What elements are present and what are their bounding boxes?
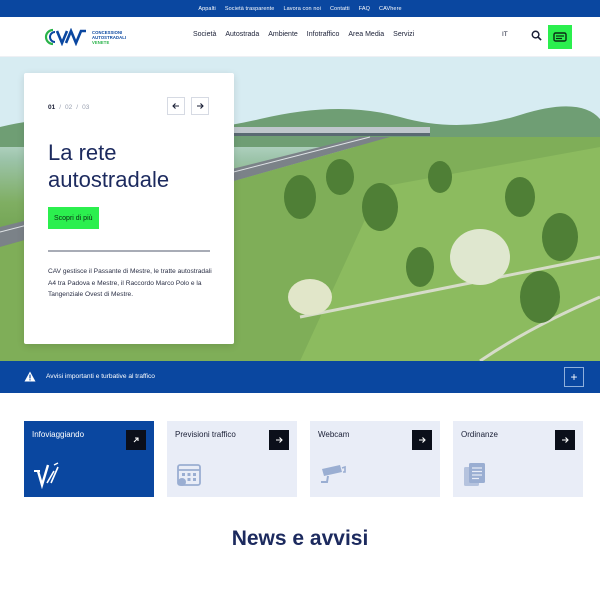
- tile-ordinanze[interactable]: Ordinanze: [453, 421, 583, 497]
- slide-pager: 01 / 02 / 03: [48, 104, 89, 111]
- arrow-right-icon: [197, 103, 204, 109]
- tile-arrow-button[interactable]: [412, 430, 432, 450]
- traffic-alert-bar[interactable]: Avvisi importanti e turbative al traffic…: [0, 361, 600, 393]
- site-logo[interactable]: CONCESSIONI AUTOSTRADALI VENETE: [44, 28, 126, 46]
- discover-more-button[interactable]: Scopri di più: [48, 207, 99, 229]
- camera-icon: [553, 32, 567, 42]
- nav-item-autostrada[interactable]: Autostrada: [225, 31, 259, 38]
- pager-separator: /: [76, 104, 79, 111]
- tile-arrow-button[interactable]: [555, 430, 575, 450]
- tile-webcam[interactable]: Webcam: [310, 421, 440, 497]
- tile-arrow-button[interactable]: [269, 430, 289, 450]
- topbar-link-contatti[interactable]: Contatti: [330, 6, 350, 12]
- hero-section: 01 / 02 / 03 La rete autostradale Scopri…: [0, 57, 600, 361]
- tile-arrow-button[interactable]: [126, 430, 146, 450]
- cctv-camera-icon: [321, 465, 346, 483]
- arrow-left-icon: [172, 103, 179, 109]
- tile-infoviaggiando[interactable]: Infoviaggiando: [24, 421, 154, 497]
- nav-item-infotraffico[interactable]: Infotraffico: [307, 31, 340, 38]
- expand-alert-button[interactable]: +: [564, 367, 584, 387]
- pager-separator: /: [59, 104, 62, 111]
- search-icon[interactable]: [531, 30, 542, 41]
- tile-previsioni-traffico[interactable]: Previsioni traffico: [167, 421, 297, 497]
- logo-wordmark: CONCESSIONI AUTOSTRADALI VENETE: [92, 30, 126, 45]
- arrow-right-icon: [419, 437, 426, 443]
- language-selector[interactable]: IT: [502, 31, 508, 38]
- top-utility-bar: Appalti Società trasparente Lavora con n…: [0, 0, 600, 17]
- nav-item-area-media[interactable]: Area Media: [348, 31, 384, 38]
- tile-label: Webcam: [318, 430, 350, 439]
- topbar-link-faq[interactable]: FAQ: [359, 6, 370, 12]
- topbar-link-societa-trasparente[interactable]: Società trasparente: [225, 6, 275, 12]
- main-nav: Società Autostrada Ambiente Infotraffico…: [193, 31, 414, 38]
- pager-current[interactable]: 01: [48, 104, 55, 111]
- nav-item-ambiente[interactable]: Ambiente: [268, 31, 298, 38]
- hero-title: La rete autostradale: [48, 140, 170, 192]
- hero-card: 01 / 02 / 03 La rete autostradale Scopri…: [24, 73, 234, 344]
- arrow-up-right-icon: [133, 437, 139, 443]
- tile-label: Previsioni traffico: [175, 430, 236, 439]
- main-header: CONCESSIONI AUTOSTRADALI VENETE Società …: [0, 17, 600, 57]
- nav-item-societa[interactable]: Società: [193, 31, 216, 38]
- warning-icon: [24, 371, 36, 382]
- infoviaggiando-logo-icon: [34, 462, 59, 489]
- news-section-title: News e avvisi: [231, 527, 369, 550]
- topbar-link-cavhere[interactable]: CAVhere: [379, 6, 402, 12]
- logo-line-3: VENETE: [92, 39, 110, 45]
- cav-logo-icon: [44, 28, 86, 46]
- tile-label: Ordinanze: [461, 430, 498, 439]
- topbar-link-appalti[interactable]: Appalti: [198, 6, 216, 12]
- prev-slide-button[interactable]: [167, 97, 185, 115]
- arrow-right-icon: [562, 437, 569, 443]
- topbar-link-lavora-con-noi[interactable]: Lavora con noi: [283, 6, 320, 12]
- documents-icon: [464, 463, 485, 486]
- service-tiles: Infoviaggiando Previsioni traffico Webca…: [24, 421, 583, 497]
- hero-description: CAV gestisce il Passante di Mestre, le t…: [48, 268, 212, 298]
- pager-item-2[interactable]: 02: [65, 104, 72, 111]
- alert-text: Avvisi importanti e turbative al traffic…: [46, 373, 155, 380]
- arrow-right-icon: [276, 437, 283, 443]
- calendar-icon: [177, 464, 201, 486]
- nav-item-servizi[interactable]: Servizi: [393, 31, 414, 38]
- tile-label: Infoviaggiando: [32, 430, 85, 439]
- next-slide-button[interactable]: [191, 97, 209, 115]
- divider: [48, 250, 210, 252]
- webcam-button[interactable]: [548, 25, 572, 49]
- pager-item-3[interactable]: 03: [82, 104, 89, 111]
